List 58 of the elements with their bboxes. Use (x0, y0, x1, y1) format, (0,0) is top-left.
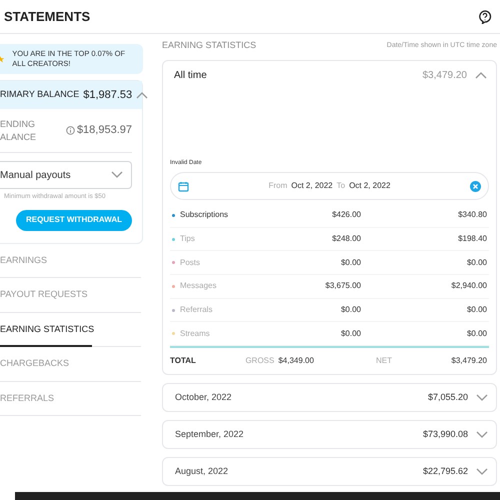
month-title: September, 2022 (175, 428, 245, 441)
net-amount: $0.00 (466, 256, 488, 269)
net-label: NET (376, 355, 393, 368)
info-icon[interactable] (66, 126, 75, 135)
total-gross: $4,349.00 (278, 355, 314, 368)
category-name: Messages (180, 280, 218, 292)
date-range-field[interactable]: From Oct 2, 2022 To Oct 2, 2022 (170, 172, 489, 200)
month-amount: $73,990.08 (422, 428, 468, 441)
from-date: Oct 2, 2022 (291, 180, 333, 192)
balance-label: RIMARY BALANCE (0, 88, 80, 102)
total-label: TOTAL (170, 355, 197, 368)
gross-amount: $426.00 (331, 209, 361, 222)
chevron-up-icon[interactable] (136, 91, 148, 99)
chevron-down-icon[interactable] (476, 430, 488, 439)
calendar-icon (178, 180, 189, 192)
chevron-down-icon[interactable] (476, 394, 488, 402)
payout-select[interactable]: Manual payouts (0, 161, 132, 189)
card-amount: $3,479.20 (422, 68, 467, 82)
month-card[interactable]: September, 2022 $73,990.08 (162, 420, 497, 450)
to-date: Oct 2, 2022 (349, 180, 390, 192)
to-label: To (336, 180, 346, 192)
gross-amount: $3,675.00 (324, 280, 361, 292)
total-net: $3,479.20 (451, 355, 488, 368)
section-title: EARNING STATISTICS (162, 39, 256, 52)
help-icon[interactable] (478, 10, 492, 24)
card-title[interactable]: All time (174, 68, 422, 82)
month-title: October, 2022 (175, 390, 233, 404)
category-name: Subscriptions (180, 209, 230, 222)
gross-amount: $248.00 (331, 233, 361, 246)
month-title: August, 2022 (175, 464, 230, 478)
month-card[interactable]: October, 2022 $7,055.20 (162, 383, 497, 412)
gross-amount: $0.00 (340, 328, 361, 340)
gross-label: GROSS (245, 355, 274, 368)
balance-amount: $1,987.53 (83, 88, 132, 103)
net-amount: $340.80 (457, 209, 488, 222)
chevron-up-icon[interactable] (475, 71, 487, 79)
gross-amount: $0.00 (340, 256, 361, 269)
star-icon (0, 54, 4, 64)
net-amount: $0.00 (466, 328, 488, 340)
page-title: STATEMENTS (4, 8, 90, 26)
gross-amount: $0.00 (340, 304, 361, 316)
net-amount: $2,940.00 (450, 280, 488, 292)
category-name: Posts (180, 256, 202, 269)
month-card[interactable]: August, 2022 $22,795.62 (162, 457, 497, 486)
category-name: Tips (180, 233, 196, 246)
month-amount: $7,055.20 (428, 390, 468, 404)
clear-icon[interactable] (470, 180, 481, 192)
chevron-down-icon[interactable] (476, 468, 488, 476)
from-label: From (268, 180, 288, 192)
chevron-down-icon[interactable] (111, 171, 123, 179)
month-amount: $22,795.62 (422, 464, 468, 478)
net-amount: $198.40 (457, 233, 488, 246)
menu-item[interactable]: EARNING STATISTICS (0, 322, 141, 336)
net-amount: $0.00 (466, 304, 488, 316)
category-name: Streams (180, 328, 211, 340)
category-name: Referrals (180, 304, 214, 316)
pending-label: ENDING ALANCE (0, 118, 38, 144)
pending-amount: $18,953.97 (76, 123, 132, 138)
